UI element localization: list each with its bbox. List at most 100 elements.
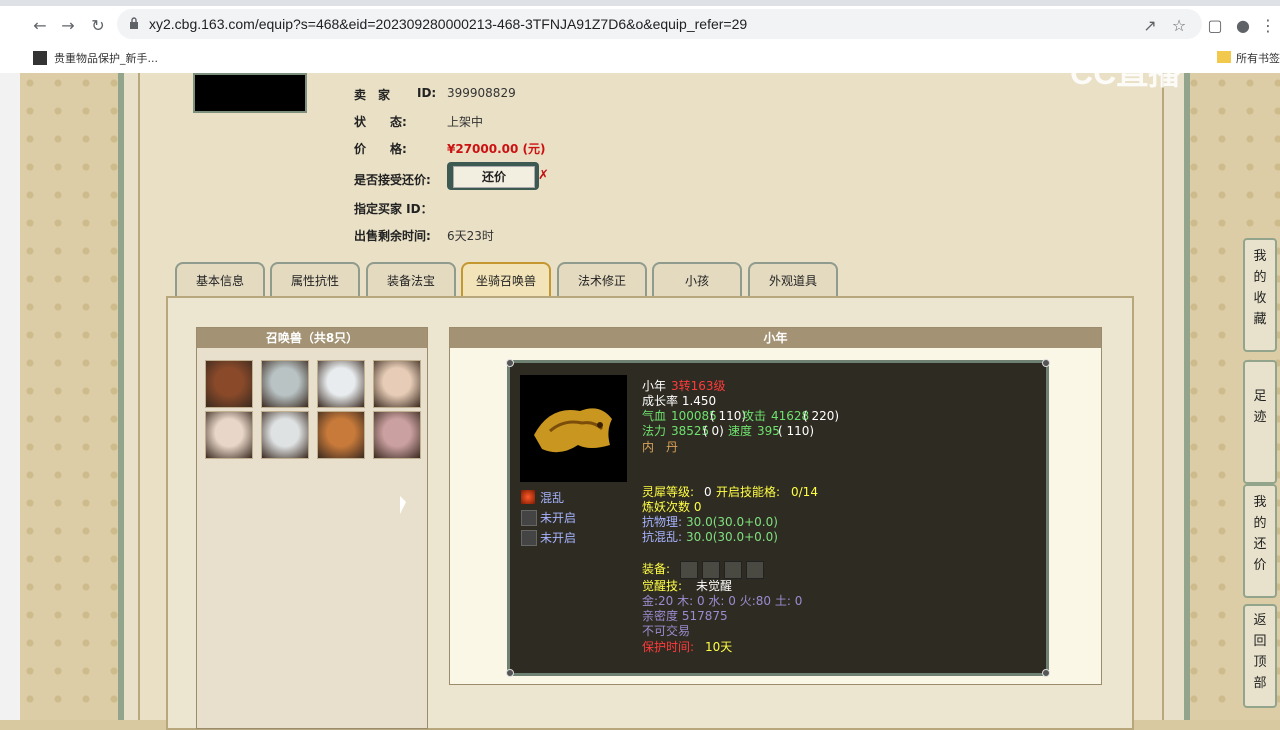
trade-status: 不可交易 — [642, 624, 691, 638]
tab-appearance[interactable]: 外观道具 — [748, 262, 838, 298]
side-char: 回 — [1253, 634, 1267, 649]
menu-icon[interactable]: ⋮ — [1258, 16, 1278, 36]
my-offers-button[interactable]: 我 的 还 价 — [1243, 484, 1277, 598]
pet-avatar[interactable] — [373, 411, 421, 459]
pets-panel-title: 召唤兽（共8只） — [197, 328, 427, 348]
status-label: 状 态: — [354, 115, 407, 129]
back-icon[interactable]: ← — [30, 16, 50, 36]
bookmark-item[interactable]: 贵重物品保护_新手... — [54, 50, 158, 66]
folder-icon — [1217, 51, 1231, 63]
haggle-button[interactable]: 还价 — [447, 162, 539, 190]
hp-extra: ( 110) — [710, 409, 747, 423]
spd-value: 395 — [757, 424, 780, 438]
skill-name: 未开启 — [540, 531, 577, 545]
cross-icon: ✗ — [538, 168, 549, 183]
skill-icon-chaos[interactable] — [521, 490, 535, 504]
awaken-label: 觉醒技: — [642, 579, 683, 593]
phys-res-value: 30.0(30.0+0.0) — [686, 515, 778, 529]
spd-extra: ( 110) — [778, 424, 815, 438]
back-to-top-button[interactable]: 返 回 顶 部 — [1243, 604, 1277, 708]
elements: 金:20 木: 0 水: 0 火:80 土: 0 — [642, 594, 803, 608]
address-bar[interactable]: xy2.cbg.163.com/equip?s=468&eid=20230928… — [117, 9, 1202, 39]
pet-detail-title: 小年 — [450, 328, 1101, 348]
left-pattern — [20, 73, 118, 720]
protect-label: 保护时间: — [642, 640, 695, 654]
side-char: 迹 — [1253, 410, 1267, 425]
tab-basic-info[interactable]: 基本信息 — [175, 262, 265, 298]
spd-label: 速度 — [728, 424, 753, 438]
lingxi-value: 0 — [704, 485, 712, 499]
pet-level: 3转163级 — [671, 379, 726, 393]
tab-mounts-pets[interactable]: 坐骑召唤兽 — [461, 262, 551, 298]
side-char: 足 — [1253, 389, 1267, 404]
watermark: CC直播 — [1070, 55, 1181, 91]
pet-avatar[interactable] — [205, 411, 253, 459]
card-corner — [1042, 359, 1050, 367]
tab-equipment[interactable]: 装备法宝 — [366, 262, 456, 298]
all-bookmarks[interactable]: 所有书签 — [1236, 50, 1280, 66]
tab-attributes[interactable]: 属性抗性 — [270, 262, 360, 298]
card-corner — [1042, 669, 1050, 677]
atk-label: 攻击 — [742, 409, 767, 423]
star-icon[interactable]: ☆ — [1169, 16, 1189, 36]
skill-name: 混乱 — [540, 491, 565, 505]
side-char: 部 — [1253, 676, 1267, 691]
price-label: 价 格: — [354, 142, 407, 156]
side-char: 返 — [1253, 613, 1267, 628]
pet-avatar[interactable] — [205, 360, 253, 408]
chaos-res-label: 抗混乱: — [642, 530, 683, 544]
address-row: ← → ↻ xy2.cbg.163.com/equip?s=468&eid=20… — [0, 6, 1280, 44]
pet-beast-icon — [534, 408, 612, 453]
skill-name: 未开启 — [540, 511, 577, 525]
card-corner — [506, 359, 514, 367]
remaining-label: 出售剩余时间: — [354, 229, 431, 243]
mp-extra: ( 0) — [703, 424, 724, 438]
tab-spell-mods[interactable]: 法术修正 — [557, 262, 647, 298]
price-value: ¥27000.00 (元) — [447, 142, 546, 156]
pet-growth: 成长率 1.450 — [642, 394, 717, 408]
pet-name: 小年 — [642, 379, 667, 393]
haggle-button-label: 还价 — [453, 166, 535, 188]
equip-slot[interactable] — [724, 561, 742, 579]
reload-icon[interactable]: ↻ — [88, 16, 108, 36]
mouse-cursor-icon — [400, 496, 406, 514]
pet-avatar[interactable] — [373, 360, 421, 408]
sidepanel-icon[interactable]: ▢ — [1205, 16, 1225, 36]
side-char: 我 — [1253, 249, 1267, 264]
skill-slot-icon — [521, 510, 537, 526]
my-favorites-button[interactable]: 我 的 收 藏 — [1243, 238, 1277, 352]
pet-avatar[interactable] — [317, 411, 365, 459]
equip-slot[interactable] — [680, 561, 698, 579]
url-text: xy2.cbg.163.com/equip?s=468&eid=20230928… — [149, 16, 748, 32]
left-strip — [0, 73, 20, 720]
side-char: 顶 — [1253, 655, 1267, 670]
equip-slot[interactable] — [702, 561, 720, 579]
pet-portrait — [520, 375, 627, 482]
pet-avatar[interactable] — [261, 360, 309, 408]
side-char: 藏 — [1253, 312, 1267, 327]
footprints-button[interactable]: 足 迹 — [1243, 360, 1277, 484]
item-thumbnail — [193, 73, 307, 113]
tab-children[interactable]: 小孩 — [652, 262, 742, 298]
forward-icon[interactable]: → — [58, 16, 78, 36]
intimacy: 亲密度 517875 — [642, 609, 728, 623]
pet-avatar[interactable] — [261, 411, 309, 459]
lock-icon — [130, 17, 138, 29]
hp-label: 气血 — [642, 409, 667, 423]
share-icon[interactable]: ↗ — [1140, 16, 1160, 36]
remaining-value: 6天23时 — [447, 229, 494, 243]
profile-icon[interactable]: ● — [1233, 16, 1253, 36]
skill-slot-icon — [521, 530, 537, 546]
side-char: 还 — [1253, 537, 1267, 552]
seller-label: 卖 家 — [354, 88, 391, 102]
equip-slot[interactable] — [746, 561, 764, 579]
pet-avatar[interactable] — [317, 360, 365, 408]
skill-slots-label: 开启技能格: — [716, 485, 781, 499]
seller-id: 399908829 — [447, 86, 516, 100]
side-char: 的 — [1253, 516, 1267, 531]
side-char: 的 — [1253, 270, 1267, 285]
side-char: 我 — [1253, 495, 1267, 510]
haggle-label: 是否接受还价: — [354, 173, 431, 187]
lianyao: 炼妖次数 0 — [642, 500, 702, 514]
equip-label: 装备: — [642, 562, 671, 576]
